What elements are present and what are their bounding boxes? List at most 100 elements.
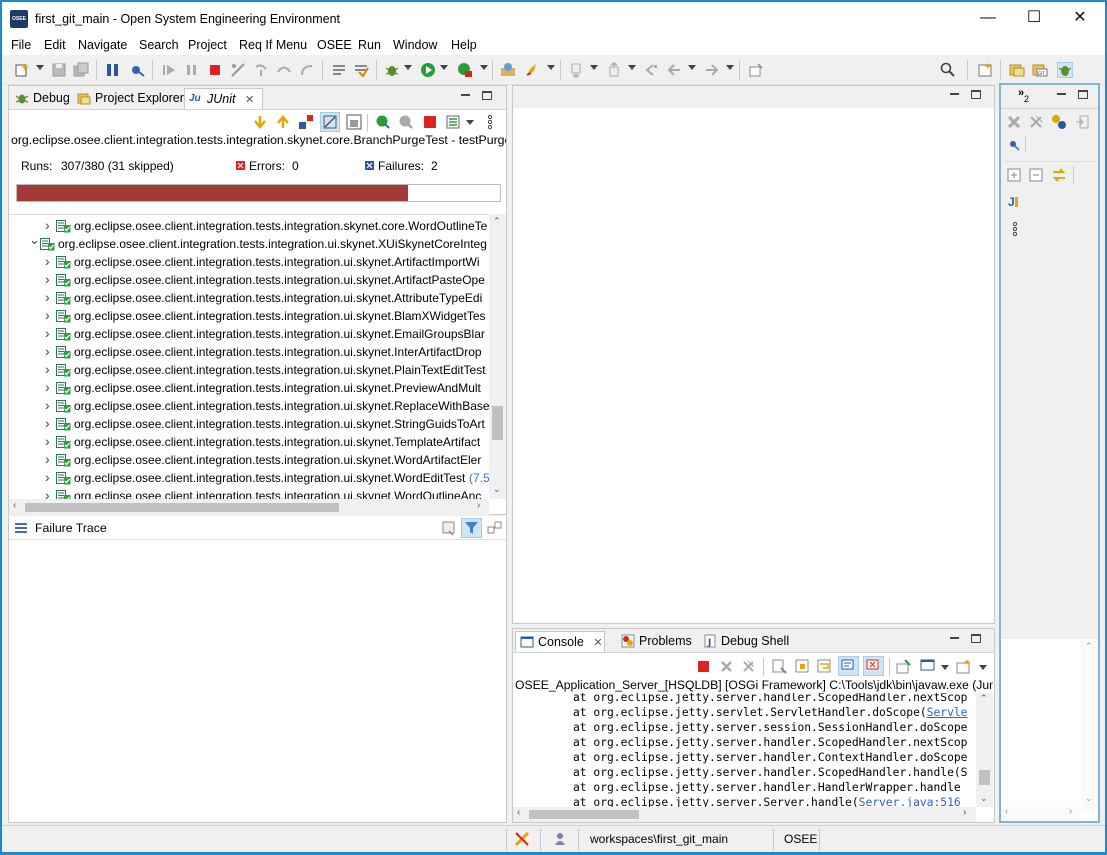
use-step-filters-icon[interactable] — [353, 62, 369, 78]
right-horizontal-scrollbar[interactable]: ‹ › — [1001, 806, 1081, 821]
menu-window[interactable]: Window — [393, 38, 437, 52]
tree-vertical-scrollbar[interactable]: ⌃ ⌄ — [489, 214, 506, 499]
forward-dropdown-icon[interactable] — [726, 65, 734, 70]
save-all-icon[interactable] — [73, 62, 89, 78]
remove-all-breakpoints-icon[interactable] — [1029, 115, 1043, 129]
collapse-chevron-icon[interactable]: ⌄ — [29, 231, 40, 249]
stop-junit-icon[interactable] — [422, 114, 438, 130]
tree-vertical-thumb[interactable] — [492, 406, 503, 440]
step-over-icon[interactable] — [276, 62, 292, 78]
test-tree-row[interactable]: › org.eclipse.osee.client.integration.tes… — [9, 307, 489, 325]
user-icon[interactable] — [553, 832, 567, 846]
remove-breakpoint-icon[interactable] — [1007, 115, 1021, 129]
console-horizontal-thumb[interactable] — [529, 810, 639, 819]
suspend-icon[interactable] — [184, 62, 200, 78]
close-tab-icon[interactable]: ✕ — [245, 94, 254, 106]
search-icon[interactable] — [940, 62, 956, 78]
maximize-right-icon[interactable] — [1078, 89, 1088, 99]
show-failures-only-icon[interactable] — [298, 114, 314, 130]
scroll-lock-console-icon[interactable] — [795, 659, 810, 674]
test-tree-row[interactable]: › org.eclipse.osee.client.integration.tes… — [9, 487, 489, 499]
right-scroll-up-arrow[interactable]: ⌃ — [1085, 641, 1093, 652]
maximize-button[interactable]: ☐ — [1011, 2, 1057, 34]
osee-artifact-icon[interactable] — [500, 62, 516, 78]
minimize-right-icon[interactable] — [1057, 93, 1066, 96]
back-dropdown-icon[interactable] — [688, 65, 696, 70]
pin-console-icon[interactable] — [896, 659, 911, 674]
close-console-tab-icon[interactable]: ✕ — [593, 637, 602, 649]
expand-chevron-icon[interactable]: › — [45, 378, 55, 396]
close-window-button[interactable]: ✕ — [1057, 2, 1103, 34]
show-on-stdout-icon[interactable] — [838, 656, 859, 676]
tab-project-explorer[interactable]: Project Explorer — [73, 88, 184, 109]
remove-launch-icon[interactable] — [720, 660, 733, 673]
display-console-icon[interactable] — [920, 659, 935, 674]
menu-edit[interactable]: Edit — [44, 38, 66, 52]
resume-icon[interactable] — [161, 62, 177, 78]
console-minmax[interactable] — [950, 632, 981, 644]
test-tree-row[interactable]: › org.eclipse.osee.client.integration.tes… — [9, 289, 489, 307]
expand-chevron-icon[interactable]: › — [45, 252, 55, 270]
tab-debug[interactable]: Debug — [11, 88, 70, 109]
view-menu-icon[interactable] — [487, 114, 493, 130]
rerun-test-icon[interactable] — [375, 114, 391, 130]
rerun-failed-first-icon[interactable] — [398, 114, 414, 130]
last-edit-icon[interactable] — [643, 62, 659, 78]
filter-stack-trace-icon[interactable] — [461, 518, 482, 538]
console-vertical-thumb[interactable] — [979, 770, 990, 785]
back-icon[interactable] — [666, 62, 682, 78]
new-icon[interactable] — [14, 62, 30, 78]
menu-search[interactable]: Search — [139, 38, 179, 52]
tab-junit[interactable]: Ju JUnit ✕ — [184, 88, 263, 109]
go-to-file-icon[interactable] — [1075, 115, 1089, 129]
test-tree-row[interactable]: › org.eclipse.osee.client.integration.tes… — [9, 433, 489, 451]
pin-editor-icon[interactable] — [748, 62, 764, 78]
breakpoint-icon[interactable] — [130, 62, 146, 78]
debug-perspective-icon[interactable] — [1057, 62, 1073, 78]
open-console-dropdown-icon[interactable] — [979, 665, 987, 670]
right-panel-minmax[interactable] — [1057, 88, 1088, 100]
next-annotation-icon[interactable] — [568, 62, 584, 78]
scroll-down-arrow[interactable]: ⌄ — [493, 484, 501, 495]
compare-results-icon[interactable] — [442, 521, 457, 536]
collapse-all-icon[interactable] — [1029, 168, 1043, 182]
test-history-icon[interactable] — [445, 114, 461, 130]
remove-all-launches-icon[interactable] — [742, 660, 755, 673]
prev-annotation-icon[interactable] — [606, 62, 622, 78]
expand-chevron-icon[interactable]: › — [45, 360, 55, 378]
open-perspective-icon[interactable] — [977, 62, 993, 78]
debug-dropdown-icon[interactable] — [404, 65, 412, 70]
console-source-link[interactable]: Servle — [927, 706, 968, 719]
prev-annotation-dropdown-icon[interactable] — [628, 65, 636, 70]
launch-dropdown-icon[interactable] — [547, 65, 555, 70]
test-tree-row[interactable]: › org.eclipse.osee.client.integration.tes… — [9, 325, 489, 343]
console-scroll-right-arrow[interactable]: › — [963, 807, 966, 818]
next-failure-icon[interactable] — [252, 114, 268, 130]
scroll-lock-icon[interactable] — [320, 112, 340, 132]
step-return-icon[interactable] — [299, 62, 315, 78]
console-vertical-scrollbar[interactable]: ⌃ ⌄ — [976, 693, 993, 807]
terminate-icon[interactable] — [207, 62, 223, 78]
open-console-icon[interactable] — [956, 659, 971, 674]
test-tree-row[interactable]: › org.eclipse.osee.client.integration.tes… — [9, 271, 489, 289]
forward-icon[interactable] — [704, 62, 720, 78]
right-scroll-left-arrow[interactable]: ‹ — [1005, 806, 1008, 817]
editor-minmax[interactable] — [950, 88, 981, 100]
test-tree-row[interactable]: › org.eclipse.osee.client.integration.tes… — [9, 343, 489, 361]
git-perspective-icon[interactable]: GIT — [1032, 62, 1048, 78]
right-view-menu-icon[interactable] — [1012, 221, 1018, 237]
right-scroll-right-arrow[interactable]: › — [1069, 806, 1072, 817]
expand-chevron-icon[interactable]: › — [45, 414, 55, 432]
terminate-console-icon[interactable] — [697, 660, 710, 673]
drop-to-frame-icon[interactable] — [331, 62, 347, 78]
clear-console-icon[interactable] — [772, 659, 787, 674]
test-history-dropdown-icon[interactable] — [466, 120, 474, 125]
console-scroll-down-arrow[interactable]: ⌄ — [980, 793, 988, 804]
expand-chevron-icon[interactable]: › — [45, 486, 55, 499]
scroll-left-arrow[interactable]: ‹ — [13, 500, 16, 511]
menu-help[interactable]: Help — [451, 38, 477, 52]
test-tree-row[interactable]: › org.eclipse.osee.client.integration.tes… — [9, 361, 489, 379]
debug-run-icon[interactable] — [384, 62, 400, 78]
junit-shortcut-icon[interactable]: J — [1008, 195, 1015, 209]
console-horizontal-scrollbar[interactable]: ‹ › — [513, 807, 976, 822]
